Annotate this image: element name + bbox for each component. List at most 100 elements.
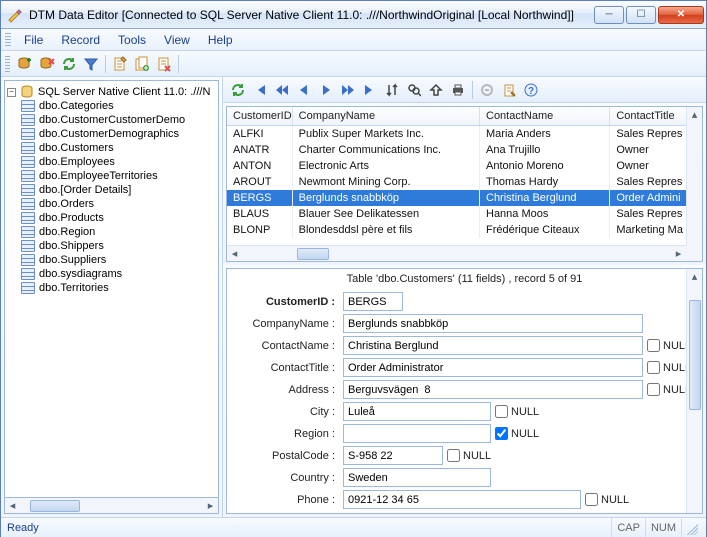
sort-icon[interactable] [381,79,403,101]
filter-icon[interactable] [80,53,102,75]
scroll-thumb[interactable] [30,500,80,512]
object-tree[interactable]: − SQL Server Native Client 11.0: .///N d… [4,80,219,498]
cell[interactable]: AROUT [227,174,292,190]
scroll-up-icon[interactable]: ▴ [687,107,702,122]
column-header[interactable]: CustomerID [227,107,292,126]
cell[interactable]: Ana Trujillo [480,142,610,158]
tree-table-item[interactable]: dbo.EmployeeTerritories [21,169,216,183]
tree-hscrollbar[interactable]: ◂ ▸ [4,498,219,514]
cell[interactable]: Antonio Moreno [480,158,610,174]
help-icon[interactable]: ? [520,79,542,101]
field-input[interactable] [343,292,403,311]
null-checkbox[interactable]: NULL [647,361,691,374]
cell[interactable]: ALFKI [227,126,292,143]
null-checkbox[interactable]: NULL [647,339,691,352]
cell[interactable]: Christina Berglund [480,190,610,206]
scroll-right-icon[interactable]: ▸ [671,246,686,261]
tree-table-item[interactable]: dbo.Suppliers [21,253,216,267]
cell[interactable]: ANTON [227,158,292,174]
table-row[interactable]: BLONPBlondesddsl père et filsFrédérique … [227,222,702,238]
column-header[interactable]: ContactName [480,107,610,126]
grid-hscrollbar[interactable]: ◂ ▸ [227,245,686,261]
menu-record[interactable]: Record [52,29,109,50]
find-icon[interactable] [403,79,425,101]
table-row[interactable]: ANATRCharter Communications Inc.Ana Truj… [227,142,702,158]
last-icon[interactable] [359,79,381,101]
null-checkbox[interactable]: NULL [447,449,491,462]
cell[interactable]: Charter Communications Inc. [292,142,479,158]
cell[interactable]: Berglunds snabbköp [292,190,479,206]
table-row[interactable]: BLAUSBlauer See DelikatessenHanna MoosSa… [227,206,702,222]
remove-connection-icon[interactable] [36,53,58,75]
menu-file[interactable]: File [15,29,52,50]
toolbar-grip[interactable] [5,56,10,72]
tree-root[interactable]: − SQL Server Native Client 11.0: .///N [7,85,216,99]
tree-table-item[interactable]: dbo.Territories [21,281,216,295]
null-checkbox[interactable]: NULL [495,405,539,418]
close-button[interactable]: ✕ [658,6,704,24]
table-row[interactable]: ALFKIPublix Super Markets Inc.Maria Ande… [227,126,702,143]
collapse-icon[interactable]: − [7,88,16,97]
field-input[interactable] [343,358,643,377]
tree-table-item[interactable]: dbo.CustomerCustomerDemo [21,113,216,127]
tree-table-item[interactable]: dbo.Orders [21,197,216,211]
menubar-grip[interactable] [5,33,11,46]
field-input[interactable] [343,446,443,465]
cell[interactable]: Hanna Moos [480,206,610,222]
cell[interactable]: ANATR [227,142,292,158]
cell[interactable]: Newmont Mining Corp. [292,174,479,190]
menu-view[interactable]: View [155,29,199,50]
scroll-right-icon[interactable]: ▸ [203,499,218,513]
scroll-up-icon[interactable]: ▴ [687,269,702,284]
field-input[interactable] [343,336,643,355]
table-row[interactable]: BERGSBerglunds snabbköpChristina Berglun… [227,190,702,206]
tree-table-item[interactable]: dbo.Categories [21,99,216,113]
detail-vscrollbar[interactable]: ▴ [686,269,702,513]
run-icon[interactable] [227,79,249,101]
scroll-left-icon[interactable]: ◂ [5,499,20,513]
cell[interactable]: Electronic Arts [292,158,479,174]
cell[interactable]: Blondesddsl père et fils [292,222,479,238]
field-input[interactable] [343,490,581,509]
tree-table-item[interactable]: dbo.Products [21,211,216,225]
menu-tools[interactable]: Tools [109,29,155,50]
next-page-icon[interactable] [337,79,359,101]
tree-table-item[interactable]: dbo.[Order Details] [21,183,216,197]
print-icon[interactable] [447,79,469,101]
scroll-left-icon[interactable]: ◂ [227,246,242,261]
null-checkbox[interactable]: NULL [495,427,539,440]
table-row[interactable]: ANTONElectronic ArtsAntonio MorenoOwner [227,158,702,174]
new-connection-icon[interactable] [14,53,36,75]
tree-table-item[interactable]: dbo.Employees [21,155,216,169]
cell[interactable]: Frédérique Citeaux [480,222,610,238]
menu-help[interactable]: Help [199,29,242,50]
tree-table-item[interactable]: dbo.Shippers [21,239,216,253]
grid-vscrollbar[interactable]: ▴ [686,107,702,245]
field-input[interactable] [343,402,491,421]
cell[interactable]: BERGS [227,190,292,206]
prev-page-icon[interactable] [271,79,293,101]
cell[interactable]: Blauer See Delikatessen [292,206,479,222]
resize-grip[interactable] [681,518,700,537]
next-icon[interactable] [315,79,337,101]
copy-record-icon[interactable] [131,53,153,75]
minimize-button[interactable]: ─ [594,6,624,24]
tree-table-item[interactable]: dbo.Customers [21,141,216,155]
field-input[interactable] [343,424,491,443]
goto-icon[interactable] [425,79,447,101]
cell[interactable]: Publix Super Markets Inc. [292,126,479,143]
cell[interactable]: Maria Anders [480,126,610,143]
cell[interactable]: BLAUS [227,206,292,222]
delete-record-icon[interactable] [153,53,175,75]
edit-record-icon[interactable] [109,53,131,75]
first-icon[interactable] [249,79,271,101]
field-input[interactable] [343,380,643,399]
tree-table-item[interactable]: dbo.sysdiagrams [21,267,216,281]
prev-icon[interactable] [293,79,315,101]
refresh-icon[interactable] [58,53,80,75]
field-input[interactable] [343,468,491,487]
stop-icon[interactable] [476,79,498,101]
column-header[interactable]: CompanyName [292,107,479,126]
null-checkbox[interactable]: NULL [647,383,691,396]
cell[interactable]: Thomas Hardy [480,174,610,190]
